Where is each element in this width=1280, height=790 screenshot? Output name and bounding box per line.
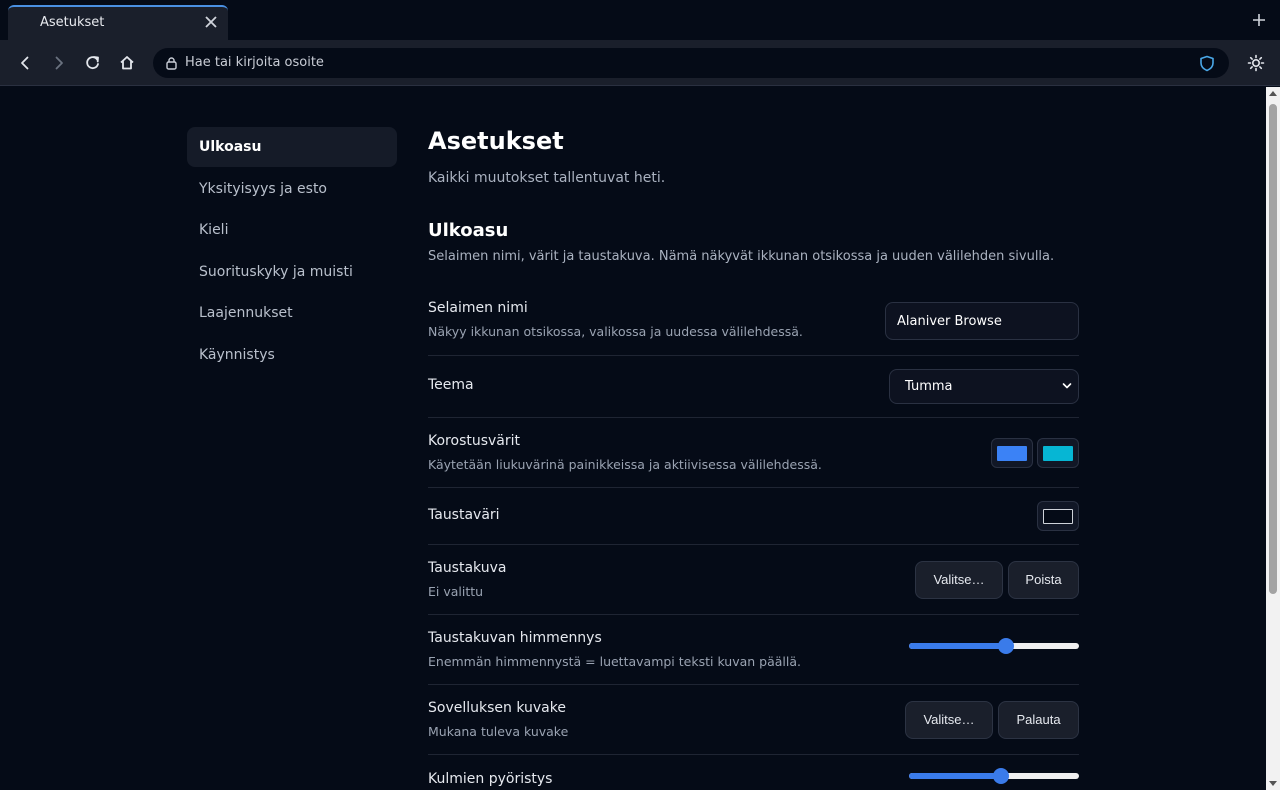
chevron-down-icon (1062, 381, 1072, 391)
setting-label: Taustaväri (428, 507, 500, 523)
page-title: Asetukset (428, 127, 564, 155)
setting-description: Mukana tuleva kuvake (428, 724, 569, 739)
background-dim-slider[interactable] (909, 638, 1079, 654)
accent-color-2-picker[interactable] (1037, 438, 1079, 468)
shield-icon[interactable] (1199, 55, 1215, 72)
sidebar-item-appearance[interactable]: Ulkoasu (187, 127, 397, 167)
slider-fill (909, 643, 1006, 649)
setting-background-image: Taustakuva Ei valittu Valitse… Poista (428, 545, 1079, 615)
reload-icon[interactable] (82, 52, 104, 74)
settings-main: Asetukset Kaikki muutokset tallentuvat h… (428, 127, 1079, 787)
sidebar-item-privacy[interactable]: Yksityisyys ja esto (187, 169, 397, 209)
forward-icon[interactable] (48, 52, 70, 74)
scroll-up-arrow[interactable] (1269, 91, 1277, 96)
setting-background-dim: Taustakuvan himmennys Enemmän himmennyst… (428, 615, 1079, 685)
sun-icon[interactable] (1246, 53, 1266, 73)
scroll-down-arrow[interactable] (1269, 781, 1277, 786)
slider-thumb[interactable] (997, 638, 1014, 654)
setting-corner-radius: Kulmien pyöristys (428, 755, 1079, 790)
accent-color-1-picker[interactable] (991, 438, 1033, 468)
setting-description: Käytetään liukuvärinä painikkeissa ja ak… (428, 457, 822, 472)
setting-browser-name: Selaimen nimi Näkyy ikkunan otsikossa, v… (428, 287, 1079, 356)
lock-icon (165, 56, 178, 70)
slider-thumb[interactable] (992, 768, 1009, 784)
section-title: Ulkoasu (428, 220, 509, 241)
address-bar[interactable]: Hae tai kirjoita osoite (153, 48, 1229, 78)
setting-app-icon: Sovelluksen kuvake Mukana tuleva kuvake … (428, 685, 1079, 755)
choose-app-icon-button[interactable]: Valitse… (905, 701, 993, 739)
slider-fill (909, 773, 1001, 779)
setting-label: Teema (428, 377, 474, 393)
browser-name-input[interactable] (885, 302, 1079, 340)
tab-title: Asetukset (40, 15, 105, 30)
setting-label: Sovelluksen kuvake (428, 700, 566, 716)
remove-background-button[interactable]: Poista (1008, 561, 1079, 599)
tab-strip: Asetukset (0, 0, 1280, 40)
back-icon[interactable] (14, 52, 36, 74)
setting-description: Enemmän himmennystä = luettavampi teksti… (428, 654, 802, 669)
setting-label: Kulmien pyöristys (428, 771, 553, 787)
settings-sidebar: Ulkoasu Yksityisyys ja esto Kieli Suorit… (187, 127, 397, 377)
select-value: Tumma (905, 379, 953, 394)
address-placeholder: Hae tai kirjoita osoite (185, 55, 324, 70)
page-subtitle: Kaikki muutokset tallentuvat heti. (428, 170, 666, 186)
slider-track (909, 643, 1079, 649)
color-swatch (997, 446, 1027, 461)
setting-description: Näkyy ikkunan otsikossa, valikossa ja uu… (428, 324, 803, 339)
color-swatch (1043, 446, 1073, 461)
setting-label: Taustakuvan himmennys (428, 630, 602, 646)
tab-settings[interactable]: Asetukset (8, 5, 228, 40)
plus-icon[interactable] (1251, 12, 1267, 28)
toolbar: Hae tai kirjoita osoite (0, 40, 1280, 86)
reset-app-icon-button[interactable]: Palauta (998, 701, 1079, 739)
theme-select[interactable]: Tumma (889, 369, 1079, 404)
section-description: Selaimen nimi, värit ja taustakuva. Nämä… (428, 249, 1055, 264)
sidebar-item-performance[interactable]: Suorituskyky ja muisti (187, 252, 397, 292)
setting-theme: Teema Tumma (428, 356, 1079, 418)
setting-label: Korostusvärit (428, 433, 521, 449)
color-swatch (1043, 509, 1073, 524)
setting-label: Taustakuva (428, 560, 507, 576)
sidebar-item-language[interactable]: Kieli (187, 210, 397, 250)
setting-accent-colors: Korostusvärit Käytetään liukuvärinä pain… (428, 418, 1079, 488)
background-color-picker[interactable] (1037, 501, 1079, 531)
setting-background-color: Taustaväri (428, 488, 1079, 545)
sidebar-item-startup[interactable]: Käynnistys (187, 335, 397, 375)
home-icon[interactable] (116, 52, 138, 74)
page-scrollbar[interactable] (1266, 87, 1280, 790)
scrollbar-thumb[interactable] (1269, 104, 1277, 594)
corner-radius-slider[interactable] (909, 768, 1079, 784)
close-icon[interactable] (202, 13, 220, 31)
setting-description: Ei valittu (428, 584, 484, 599)
sidebar-item-extensions[interactable]: Laajennukset (187, 293, 397, 333)
choose-background-button[interactable]: Valitse… (915, 561, 1003, 599)
setting-label: Selaimen nimi (428, 300, 528, 316)
